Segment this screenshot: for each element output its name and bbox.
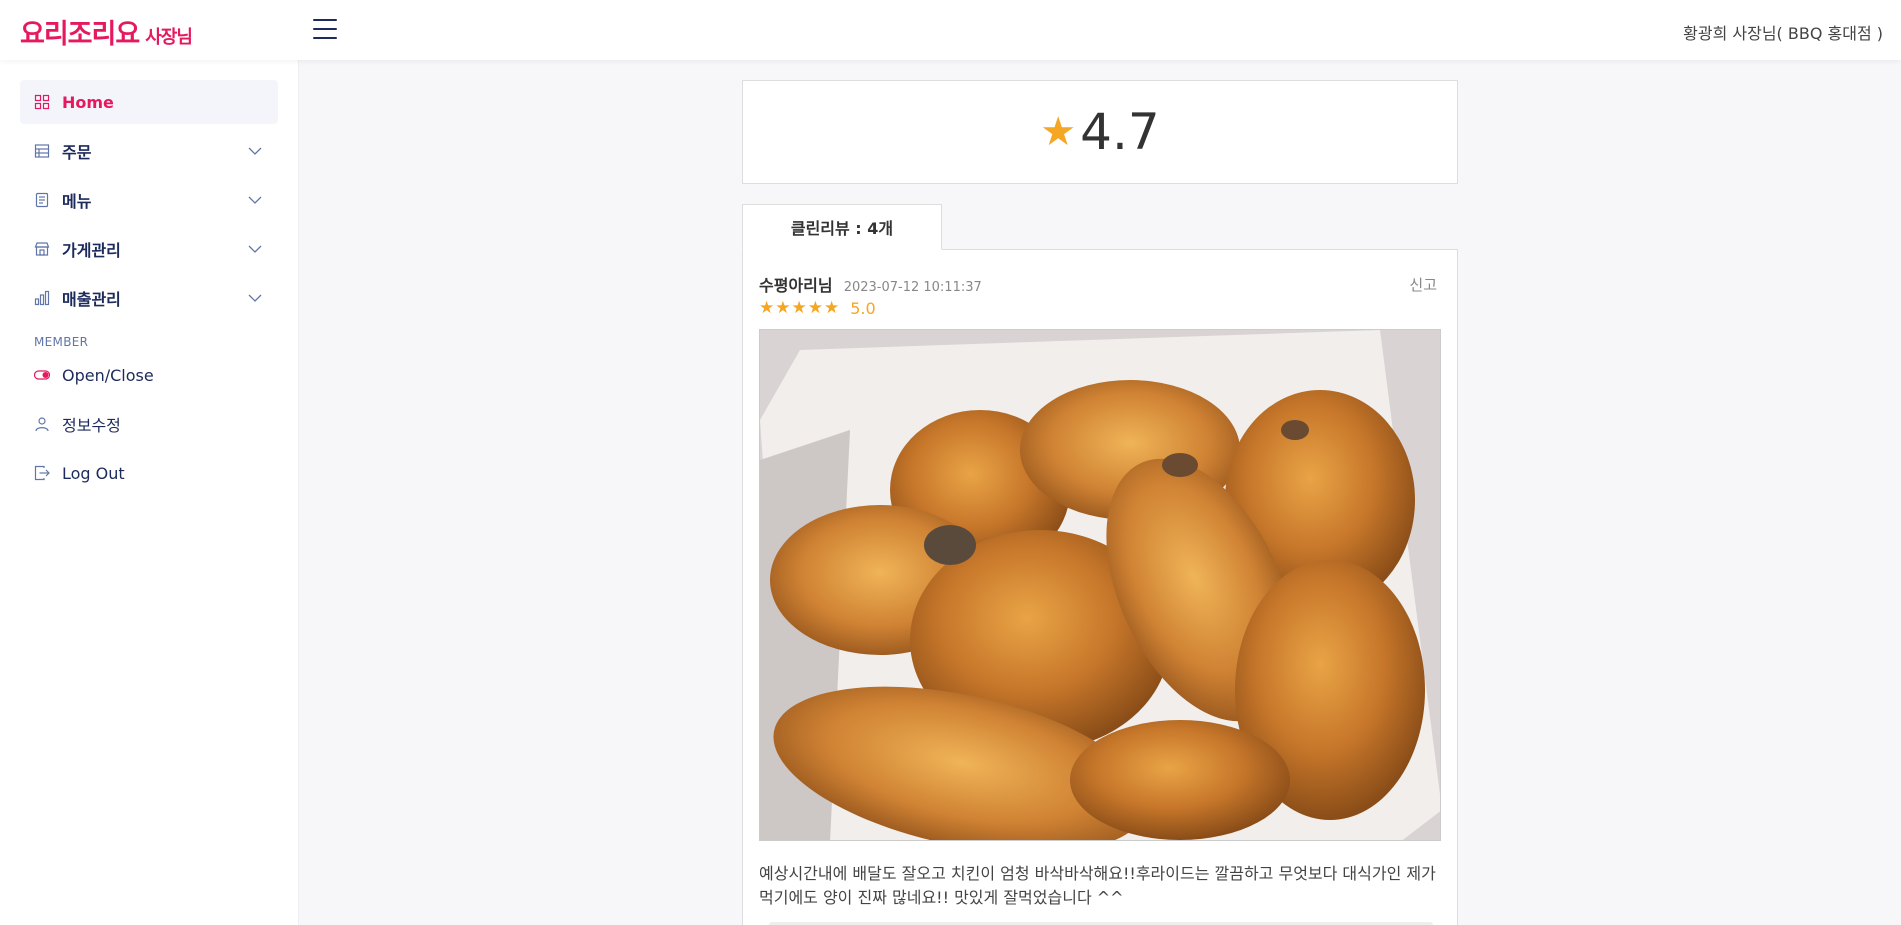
logo-sub-text: 사장님: [145, 27, 193, 48]
menu-icon: [34, 192, 50, 208]
sidebar-item-open-close[interactable]: Open/Close: [20, 353, 278, 397]
chevron-down-icon: [248, 196, 262, 204]
hamburger-menu-icon[interactable]: [313, 19, 337, 39]
tab-clean-review[interactable]: 클린리뷰 : 4개: [742, 204, 942, 250]
report-button[interactable]: 신고: [1409, 274, 1437, 295]
logout-icon: [34, 465, 50, 481]
sidebar-item-menu[interactable]: 메뉴: [20, 178, 278, 222]
reviewer-name: 수평아리님: [759, 276, 833, 295]
sidebar-item-edit-info[interactable]: 정보수정: [20, 402, 278, 446]
sidebar-item-label: Home: [62, 92, 114, 112]
logo-main-text: 요리조리요: [20, 19, 140, 50]
review-rating: ★★★★★ 5.0: [759, 298, 876, 318]
bar-chart-icon: [34, 290, 50, 306]
sidebar-item-home[interactable]: Home: [20, 80, 278, 124]
sidebar-item-label: Open/Close: [62, 365, 154, 385]
sidebar-item-label: Log Out: [62, 463, 125, 483]
store-icon: [34, 241, 50, 257]
sidebar-item-store[interactable]: 가게관리: [20, 227, 278, 271]
sidebar-item-label: 주문: [62, 143, 92, 162]
chevron-down-icon: [248, 294, 262, 302]
member-heading: MEMBER: [34, 335, 89, 349]
review-photo: [759, 329, 1441, 841]
grid-icon: [34, 94, 50, 110]
logo[interactable]: 요리조리요 사장님: [20, 12, 193, 51]
sidebar-item-sales[interactable]: 매출관리: [20, 276, 278, 320]
sidebar-item-logout[interactable]: Log Out: [20, 451, 278, 495]
fried-chicken-image: [760, 330, 1440, 840]
sidebar: Home 주문 메뉴 가게관리 매출관리 MEMBER Open/Close 정…: [0, 60, 299, 925]
toggle-icon: [34, 367, 50, 383]
rating-summary: ★ 4.7: [742, 80, 1458, 184]
user-info: 황광희 사장님( BBQ 홍대점 ): [1683, 24, 1883, 43]
review-panel: 수평아리님 2023-07-12 10:11:37 ★★★★★ 5.0 신고 예…: [742, 249, 1458, 925]
top-bar: 요리조리요 사장님 황광희 사장님( BBQ 홍대점 ): [0, 0, 1901, 60]
rating-value: 4.7: [1080, 103, 1160, 161]
review-header: 수평아리님 2023-07-12 10:11:37: [759, 272, 982, 296]
sidebar-item-label: 메뉴: [62, 192, 92, 211]
sidebar-item-label: 가게관리: [62, 241, 121, 260]
sidebar-item-order[interactable]: 주문: [20, 129, 278, 173]
star-icon: ★: [1040, 109, 1077, 155]
review-score: 5.0: [850, 298, 876, 318]
star-rating-icons: ★★★★★: [759, 298, 841, 318]
user-icon: [34, 416, 50, 432]
review-date: 2023-07-12 10:11:37: [843, 280, 982, 295]
order-icon: [34, 143, 50, 159]
chevron-down-icon: [248, 245, 262, 253]
sidebar-item-label: 매출관리: [62, 290, 121, 309]
chevron-down-icon: [248, 147, 262, 155]
sidebar-item-label: 정보수정: [62, 416, 121, 435]
review-text: 예상시간내에 배달도 잘오고 치킨이 엄청 바삭바삭해요!!후라이드는 깔끔하고…: [759, 864, 1436, 907]
sidebar-nav: Home 주문 메뉴 가게관리 매출관리 MEMBER Open/Close 정…: [0, 60, 298, 495]
